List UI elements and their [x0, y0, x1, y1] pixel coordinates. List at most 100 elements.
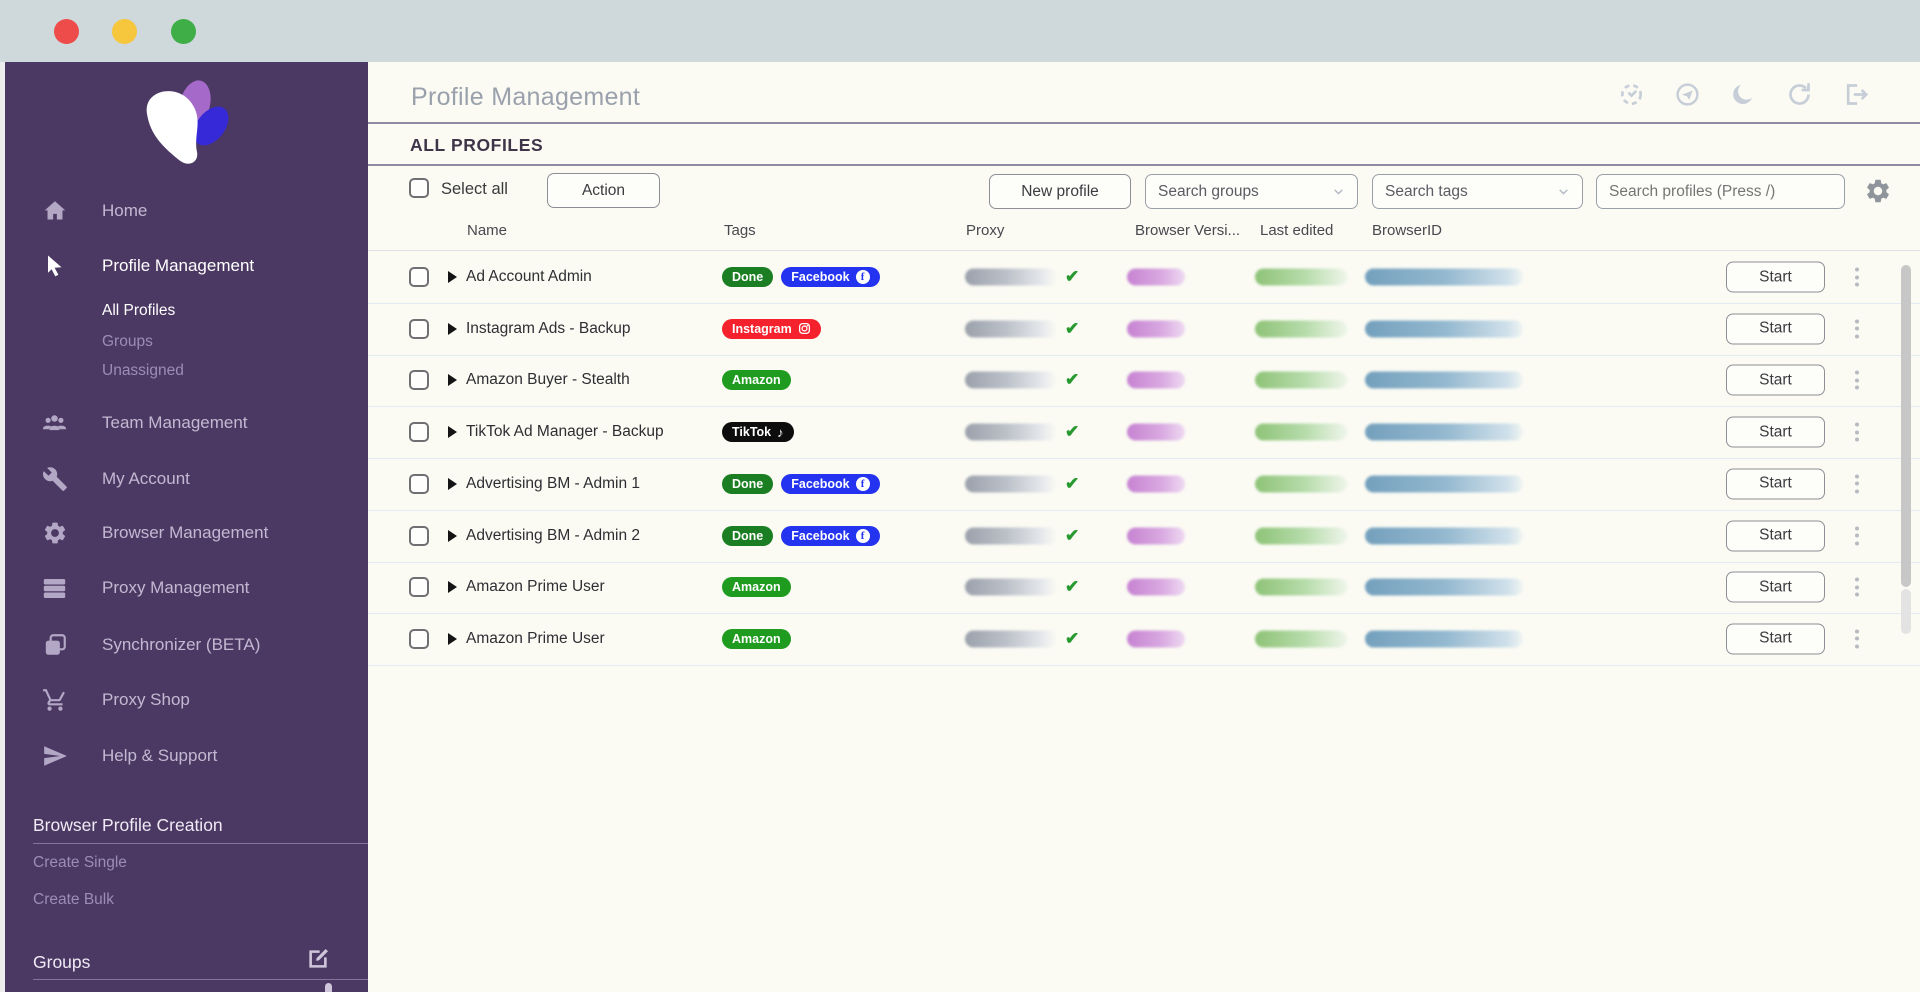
- row-menu-kebab-icon[interactable]: [1855, 629, 1859, 649]
- section-groups: Groups: [33, 952, 91, 972]
- sidebar-item-home[interactable]: Home: [5, 191, 368, 231]
- tag-facebook[interactable]: Facebook f: [781, 525, 880, 546]
- column-header-proxy[interactable]: Proxy: [966, 222, 1004, 239]
- tag-done[interactable]: Done: [722, 473, 774, 494]
- profile-name: Advertising BM - Admin 2: [466, 526, 641, 544]
- search-profiles-input[interactable]: [1596, 174, 1845, 209]
- row-menu-kebab-icon[interactable]: [1855, 370, 1859, 390]
- browserid-redacted: [1365, 423, 1523, 441]
- expand-arrow-icon[interactable]: [448, 477, 457, 490]
- row-menu-kebab-icon[interactable]: [1855, 577, 1859, 597]
- logout-icon[interactable]: [1842, 81, 1869, 108]
- start-button[interactable]: Start: [1726, 571, 1825, 603]
- close-button[interactable]: [54, 19, 79, 44]
- refresh-icon[interactable]: [1786, 81, 1813, 108]
- expand-arrow-icon[interactable]: [448, 529, 457, 542]
- telegram-icon[interactable]: [1674, 81, 1701, 108]
- sidebar-item-create-bulk[interactable]: Create Bulk: [33, 891, 114, 909]
- minimize-button[interactable]: [112, 19, 137, 44]
- proxy-check-icon: ✔: [1065, 577, 1080, 597]
- row-menu-kebab-icon[interactable]: [1855, 319, 1859, 339]
- facebook-icon: f: [855, 476, 870, 491]
- column-header-name[interactable]: Name: [467, 222, 507, 239]
- column-header-browser-version[interactable]: Browser Versi...: [1135, 222, 1240, 239]
- row-checkbox[interactable]: [409, 267, 429, 287]
- tag-done[interactable]: Done: [722, 267, 774, 287]
- tag-facebook[interactable]: Facebook f: [781, 473, 880, 494]
- tag-done[interactable]: Done: [722, 525, 774, 546]
- proxy-check-icon: ✔: [1065, 318, 1080, 338]
- sidebar-item-proxy-management[interactable]: Proxy Management: [5, 568, 368, 608]
- row-checkbox[interactable]: [409, 318, 429, 339]
- vertical-scrollbar[interactable]: [1901, 265, 1911, 587]
- sidebar-item-team-management[interactable]: Team Management: [5, 403, 368, 443]
- maximize-button[interactable]: [171, 19, 196, 44]
- action-button[interactable]: Action: [547, 173, 660, 208]
- table-row: Amazon Prime User Amazon ✔ Start: [368, 561, 1920, 615]
- expand-arrow-icon[interactable]: [448, 632, 457, 645]
- auto-update-icon[interactable]: [1618, 81, 1645, 108]
- expand-arrow-icon[interactable]: [448, 581, 457, 594]
- tag-amazon[interactable]: Amazon: [722, 370, 791, 391]
- app-logo-icon: [146, 80, 229, 164]
- search-tags-select[interactable]: Search tags: [1372, 174, 1583, 209]
- expand-arrow-icon[interactable]: [448, 322, 457, 335]
- sidebar-item-my-account[interactable]: My Account: [5, 459, 368, 499]
- row-checkbox[interactable]: [409, 422, 429, 443]
- row-menu-kebab-icon[interactable]: [1855, 526, 1859, 545]
- proxy-value-redacted: [965, 630, 1057, 648]
- new-profile-button[interactable]: New profile: [989, 174, 1131, 209]
- sidebar-subitem-groups[interactable]: Groups: [102, 333, 153, 351]
- row-menu-kebab-icon[interactable]: [1855, 474, 1859, 494]
- expand-arrow-icon[interactable]: [448, 374, 457, 387]
- search-tags-placeholder: Search tags: [1385, 182, 1468, 200]
- row-menu-kebab-icon[interactable]: [1855, 267, 1859, 287]
- browserid-redacted: [1365, 268, 1523, 286]
- tag-instagram[interactable]: Instagram: [722, 318, 821, 339]
- expand-arrow-icon[interactable]: [448, 426, 457, 439]
- row-checkbox[interactable]: [409, 473, 429, 494]
- tag-facebook[interactable]: Facebook f: [781, 267, 880, 287]
- all-profiles-heading: ALL PROFILES: [410, 135, 544, 155]
- select-all-checkbox[interactable]: [409, 178, 429, 198]
- sidebar-item-profile-management[interactable]: Profile Management: [5, 246, 368, 286]
- column-header-tags[interactable]: Tags: [724, 222, 756, 239]
- sidebar-item-synchronizer-beta-[interactable]: Synchronizer (BETA): [5, 625, 368, 665]
- sidebar-subitem-all-profiles[interactable]: All Profiles: [102, 302, 175, 320]
- column-header-browserid[interactable]: BrowserID: [1372, 222, 1442, 239]
- tag-amazon[interactable]: Amazon: [722, 628, 791, 649]
- section-divider: [33, 979, 368, 980]
- sidebar: Home Profile Management Team Management My …: [5, 62, 368, 992]
- sidebar-item-help-support[interactable]: Help & Support: [5, 736, 368, 776]
- row-checkbox[interactable]: [409, 525, 429, 546]
- tag-amazon[interactable]: Amazon: [722, 577, 791, 598]
- start-button[interactable]: Start: [1726, 313, 1825, 345]
- start-button[interactable]: Start: [1726, 520, 1825, 551]
- expand-arrow-icon[interactable]: [448, 271, 457, 283]
- start-button[interactable]: Start: [1726, 623, 1825, 655]
- dark-mode-moon-icon[interactable]: [1730, 81, 1757, 108]
- start-button[interactable]: Start: [1726, 416, 1825, 448]
- start-button[interactable]: Start: [1726, 261, 1825, 293]
- sidebar-item-browser-management[interactable]: Browser Management: [5, 513, 368, 553]
- last-edited-redacted: [1255, 475, 1347, 493]
- start-button[interactable]: Start: [1726, 468, 1825, 500]
- sidebar-item-proxy-shop[interactable]: Proxy Shop: [5, 680, 368, 720]
- last-edited-redacted: [1255, 423, 1347, 441]
- search-groups-select[interactable]: Search groups: [1145, 174, 1358, 209]
- layers-icon: [41, 632, 68, 659]
- vertical-scrollbar-tail: [1901, 589, 1911, 634]
- row-menu-kebab-icon[interactable]: [1855, 422, 1859, 442]
- column-header-last-edited[interactable]: Last edited: [1260, 222, 1333, 239]
- sidebar-item-create-single[interactable]: Create Single: [33, 854, 127, 872]
- start-button[interactable]: Start: [1726, 364, 1825, 396]
- row-checkbox[interactable]: [409, 628, 429, 649]
- last-edited-redacted: [1255, 320, 1347, 338]
- edit-icon[interactable]: [305, 946, 331, 972]
- row-checkbox[interactable]: [409, 577, 429, 598]
- gear-icon[interactable]: [1864, 177, 1892, 205]
- tag-tiktok[interactable]: TikTok ♪: [722, 422, 794, 443]
- team-icon: [41, 410, 68, 437]
- sidebar-subitem-unassigned[interactable]: Unassigned: [102, 362, 184, 380]
- row-checkbox[interactable]: [409, 370, 429, 391]
